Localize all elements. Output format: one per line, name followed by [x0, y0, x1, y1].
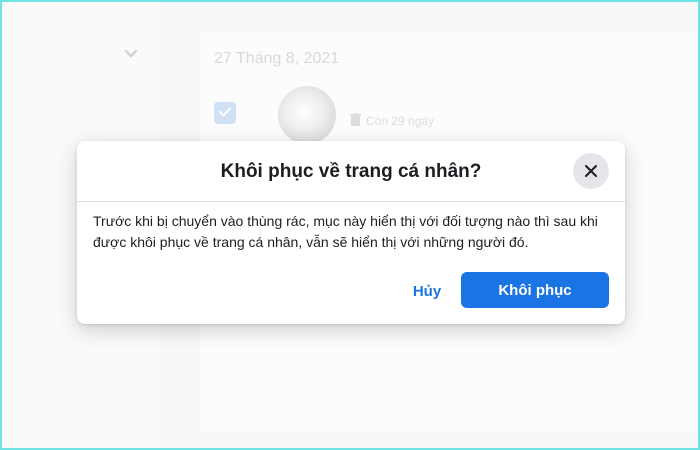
- dialog-divider: [77, 201, 625, 202]
- close-icon: [585, 165, 597, 177]
- dialog-message: Trước khi bị chuyển vào thùng rác, mục n…: [93, 213, 598, 250]
- restore-dialog: Khôi phục về trang cá nhân? Trước khi bị…: [77, 141, 625, 324]
- close-button[interactable]: [573, 153, 609, 189]
- dialog-title: Khôi phục về trang cá nhân?: [220, 161, 482, 182]
- restore-button[interactable]: Khôi phục: [461, 272, 609, 308]
- cancel-button[interactable]: Hủy: [399, 273, 455, 309]
